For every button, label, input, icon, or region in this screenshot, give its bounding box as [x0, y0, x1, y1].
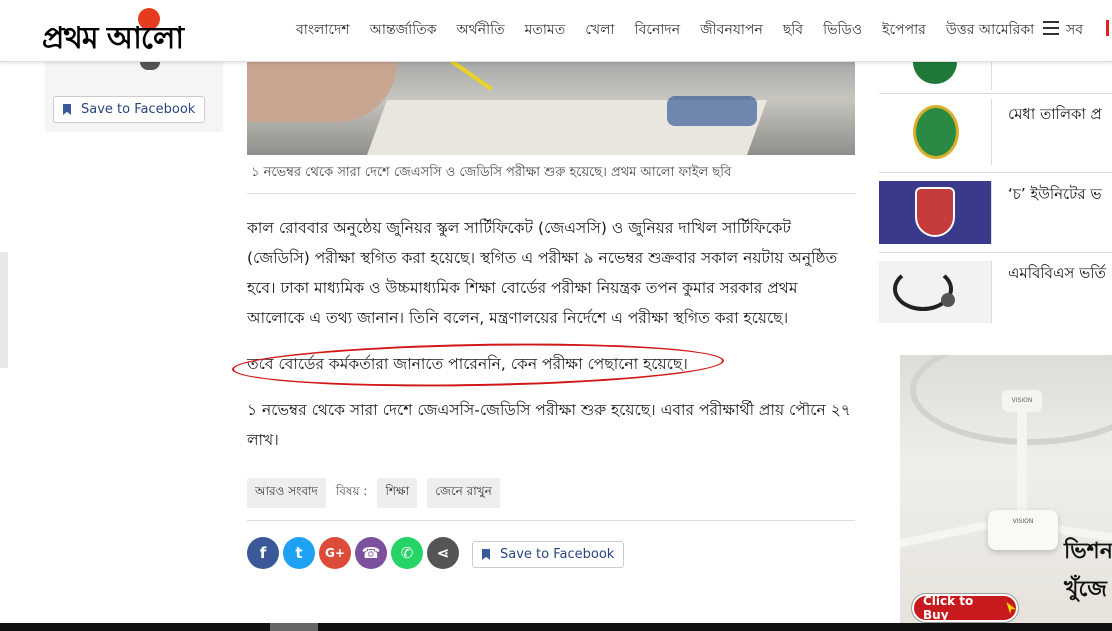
viber-icon[interactable]: ☎ — [355, 537, 387, 569]
stethoscope-thumbnail — [879, 261, 992, 323]
cursor-icon — [1006, 602, 1016, 614]
nav-item-sports[interactable]: খেলা — [585, 18, 614, 42]
nav-item-epaper[interactable]: ইপেপার — [882, 18, 926, 42]
more-news-label: আরও সংবাদ — [247, 478, 326, 508]
article-paragraph-1: কাল রোববার অনুষ্ঠেয় জুনিয়র স্কুল সার্ট… — [247, 219, 838, 327]
google-plus-icon[interactable]: G+ — [319, 537, 351, 569]
sidebar-item-title[interactable]: ‘চ’ ইউনিটের ভ — [1008, 183, 1102, 208]
article-hero-image — [247, 62, 855, 155]
save-label: Save to Facebook — [81, 102, 196, 117]
sidebar-item-title[interactable]: মেধা তালিকা প্র — [1008, 103, 1102, 128]
share-icons-row: f t G+ ☎ ✆ ⋖ — [247, 537, 463, 569]
article-paragraph-3: ১ নভেম্বর থেকে সারা দেশে জেএসসি-জেডিসি প… — [247, 401, 851, 449]
sidebar-divider — [879, 172, 1112, 173]
nav-item-north-america[interactable]: উত্তর আমেরিকা — [946, 18, 1034, 42]
sidebar-thumbnail — [879, 62, 992, 90]
nav-item-lifestyle[interactable]: জীবনযাপন — [700, 18, 763, 42]
divider — [247, 193, 855, 194]
divider — [247, 520, 855, 521]
sidebar-divider — [879, 93, 1112, 94]
facebook-icon[interactable]: f — [247, 537, 279, 569]
header-accent-bar — [1106, 20, 1109, 36]
nav-item-economy[interactable]: অর্থনীতি — [457, 18, 505, 42]
sidebar-item[interactable]: ‘চ’ ইউনিটের ভ — [879, 181, 1112, 244]
nav-item-entertainment[interactable]: বিনোদন — [635, 18, 681, 42]
main-nav: বাংলাদেশ আন্তর্জাতিক অর্থনীতি মতামত খেলা… — [296, 18, 1054, 42]
sidebar-item-partial[interactable] — [879, 62, 1112, 90]
bottom-bar — [0, 623, 1112, 631]
left-edge-tab[interactable] — [0, 252, 8, 368]
share-icon[interactable]: ⋖ — [427, 537, 459, 569]
nav-item-video[interactable]: ভিডিও — [823, 18, 862, 42]
left-save-to-facebook-button[interactable]: Save to Facebook — [53, 96, 206, 123]
bookmark-icon — [63, 104, 71, 115]
save-label: Save to Facebook — [500, 547, 615, 562]
sidebar-item[interactable]: মেধা তালিকা প্র — [879, 99, 1112, 165]
sidebar-item[interactable]: এমবিবিএস ভর্তি — [879, 261, 1112, 323]
tag-know-more[interactable]: জেনে রাখুন — [427, 478, 500, 508]
horizontal-scrollbar-thumb[interactable] — [270, 623, 318, 631]
nav-item-bangladesh[interactable]: বাংলাদেশ — [296, 18, 350, 42]
whatsapp-icon[interactable]: ✆ — [391, 537, 423, 569]
nav-item-photos[interactable]: ছবি — [783, 18, 803, 42]
sidebar-item-title[interactable]: এমবিবিএস ভর্তি — [1008, 262, 1106, 287]
nav-item-international[interactable]: আন্তর্জাতিক — [370, 18, 437, 42]
tag-row: আরও সংবাদ বিষয় : শিক্ষা জেনে রাখুন — [247, 478, 500, 508]
article-save-to-facebook-button[interactable]: Save to Facebook — [472, 541, 625, 568]
bookmark-icon — [482, 549, 490, 560]
logo-text: প্রথম আলো — [42, 21, 184, 56]
ad-headline: ভিশন খুঁজে — [1064, 539, 1112, 602]
advertisement-banner[interactable]: VISION VISION ভিশন খুঁজে — [900, 355, 1112, 623]
ad-brand-text: VISION — [1002, 390, 1042, 412]
highlight-ellipse — [231, 339, 725, 391]
menu-label[interactable]: সব — [1066, 18, 1083, 42]
ad-fan-motor: VISION — [988, 510, 1058, 550]
site-logo[interactable]: প্রথম আলো — [42, 6, 242, 56]
hamburger-menu-icon[interactable] — [1043, 21, 1059, 35]
sidebar-thumbnail — [879, 181, 992, 244]
click-to-buy-button[interactable]: Click to Buy — [912, 594, 1018, 622]
site-header: প্রথম আলো বাংলাদেশ আন্তর্জাতিক অর্থনীতি … — [0, 0, 1112, 62]
sidebar-thumbnail — [879, 99, 992, 165]
topic-label: বিষয় : — [335, 484, 368, 498]
sidebar-divider — [879, 252, 1112, 253]
twitter-icon[interactable]: t — [283, 537, 315, 569]
tag-education[interactable]: শিক্ষা — [377, 478, 418, 508]
nav-item-opinion[interactable]: মতামত — [525, 18, 566, 42]
image-caption: ১ নভেম্বর থেকে সারা দেশে জেএসসি ও জেডিসি… — [251, 165, 732, 180]
